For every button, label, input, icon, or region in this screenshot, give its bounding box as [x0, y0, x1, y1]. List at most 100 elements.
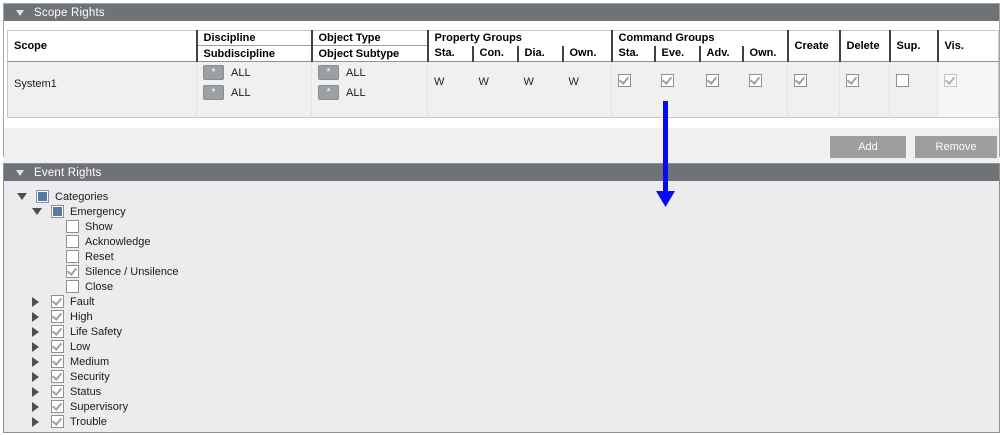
reset-checkbox[interactable]: [66, 250, 79, 263]
tree-item-reset[interactable]: Reset: [4, 249, 999, 264]
event-rights-section: Event Rights Categories Emergency Show A…: [3, 163, 1000, 433]
col-header-property-dia[interactable]: Dia.: [518, 46, 563, 62]
expander-right-icon[interactable]: [32, 417, 39, 427]
acknowledge-checkbox[interactable]: [66, 235, 79, 248]
show-checkbox[interactable]: [66, 220, 79, 233]
col-header-command-sta[interactable]: Sta.: [612, 46, 655, 62]
col-header-command-own[interactable]: Own.: [743, 46, 788, 62]
expander-right-icon[interactable]: [32, 387, 39, 397]
col-header-sup[interactable]: Sup.: [890, 31, 938, 62]
col-header-subdiscipline[interactable]: Subdiscipline: [197, 46, 312, 62]
object-subtype-selector[interactable]: * ALL: [318, 85, 427, 100]
scope-rights-content: Scope Discipline Object Type Property Gr…: [4, 30, 999, 165]
object-type-selector[interactable]: * ALL: [318, 65, 427, 80]
object-subtype-asterisk-button[interactable]: *: [318, 85, 339, 100]
col-header-property-con[interactable]: Con.: [473, 46, 518, 62]
scope-table-row[interactable]: System1 * ALL * ALL: [8, 62, 999, 118]
col-header-property-own[interactable]: Own.: [563, 46, 612, 62]
status-checkbox[interactable]: [51, 385, 64, 398]
sup-cell: [890, 62, 938, 118]
tree-item-silence-unsilence[interactable]: Silence / Unsilence: [4, 264, 999, 279]
col-header-discipline[interactable]: Discipline: [197, 31, 312, 46]
subdiscipline-asterisk-button[interactable]: *: [203, 85, 224, 100]
discipline-asterisk-button[interactable]: *: [203, 65, 224, 80]
tree-item-life-safety[interactable]: Life Safety: [4, 324, 999, 339]
create-checkbox[interactable]: [794, 74, 807, 87]
life-safety-checkbox[interactable]: [51, 325, 64, 338]
annotation-arrow-down-icon: [652, 96, 679, 211]
tree-item-low[interactable]: Low: [4, 339, 999, 354]
collapse-triangle-icon[interactable]: [16, 170, 24, 176]
vis-cell: [938, 62, 999, 118]
tree-item-high[interactable]: High: [4, 309, 999, 324]
object-type-cell: * ALL * ALL: [312, 62, 428, 118]
tree-item-categories[interactable]: Categories: [4, 189, 999, 204]
tree-item-medium[interactable]: Medium: [4, 354, 999, 369]
command-sta-cell: [612, 62, 655, 118]
expander-right-icon[interactable]: [32, 312, 39, 322]
col-header-vis[interactable]: Vis.: [938, 31, 999, 62]
fault-checkbox[interactable]: [51, 295, 64, 308]
col-header-object-type[interactable]: Object Type: [312, 31, 428, 46]
scope-rights-header[interactable]: Scope Rights: [4, 4, 999, 21]
expander-down-icon[interactable]: [17, 193, 27, 200]
expander-right-icon[interactable]: [32, 357, 39, 367]
expander-down-icon[interactable]: [32, 208, 42, 215]
add-button[interactable]: Add: [830, 136, 906, 158]
tree-item-fault[interactable]: Fault: [4, 294, 999, 309]
categories-checkbox[interactable]: [36, 190, 49, 203]
discipline-selector[interactable]: * ALL: [203, 65, 311, 80]
tree-item-close[interactable]: Close: [4, 279, 999, 294]
scope-rights-title: Scope Rights: [34, 7, 105, 19]
tree-item-show[interactable]: Show: [4, 219, 999, 234]
scope-cell[interactable]: System1: [8, 62, 197, 118]
property-dia-value: W: [518, 62, 563, 118]
col-header-property-groups[interactable]: Property Groups: [428, 31, 612, 46]
command-own-checkbox[interactable]: [749, 74, 762, 87]
expander-right-icon[interactable]: [32, 402, 39, 412]
delete-checkbox[interactable]: [846, 74, 859, 87]
command-adv-checkbox[interactable]: [706, 74, 719, 87]
security-checkbox[interactable]: [51, 370, 64, 383]
discipline-cell: * ALL * ALL: [197, 62, 312, 118]
tree-item-trouble[interactable]: Trouble: [4, 414, 999, 429]
col-header-object-subtype[interactable]: Object Subtype: [312, 46, 428, 62]
tree-item-acknowledge[interactable]: Acknowledge: [4, 234, 999, 249]
command-eve-checkbox[interactable]: [661, 74, 674, 87]
tree-item-emergency[interactable]: Emergency: [4, 204, 999, 219]
object-type-asterisk-button[interactable]: *: [318, 65, 339, 80]
low-checkbox[interactable]: [51, 340, 64, 353]
emergency-checkbox[interactable]: [51, 205, 64, 218]
subdiscipline-selector[interactable]: * ALL: [203, 85, 311, 100]
high-checkbox[interactable]: [51, 310, 64, 323]
col-header-delete[interactable]: Delete: [840, 31, 890, 62]
command-own-cell: [743, 62, 788, 118]
close-checkbox[interactable]: [66, 280, 79, 293]
command-adv-cell: [700, 62, 743, 118]
expander-right-icon[interactable]: [32, 327, 39, 337]
vis-checkbox[interactable]: [944, 74, 957, 87]
remove-button[interactable]: Remove: [915, 136, 997, 158]
col-header-command-adv[interactable]: Adv.: [700, 46, 743, 62]
expander-right-icon[interactable]: [32, 297, 39, 307]
tree-item-security[interactable]: Security: [4, 369, 999, 384]
col-header-command-groups[interactable]: Command Groups: [612, 31, 788, 46]
supervisory-checkbox[interactable]: [51, 400, 64, 413]
col-header-scope[interactable]: Scope: [8, 31, 197, 62]
silence-unsilence-checkbox[interactable]: [66, 265, 79, 278]
col-header-create[interactable]: Create: [788, 31, 840, 62]
event-rights-header[interactable]: Event Rights: [4, 164, 999, 181]
event-rights-title: Event Rights: [34, 167, 102, 179]
tree-item-supervisory[interactable]: Supervisory: [4, 399, 999, 414]
medium-checkbox[interactable]: [51, 355, 64, 368]
tree-item-status[interactable]: Status: [4, 384, 999, 399]
command-sta-checkbox[interactable]: [618, 74, 631, 87]
col-header-command-eve[interactable]: Eve.: [655, 46, 700, 62]
trouble-checkbox[interactable]: [51, 415, 64, 428]
expander-right-icon[interactable]: [32, 372, 39, 382]
expander-right-icon[interactable]: [32, 342, 39, 352]
col-header-property-sta[interactable]: Sta.: [428, 46, 473, 62]
sup-checkbox[interactable]: [896, 74, 909, 87]
collapse-triangle-icon[interactable]: [16, 10, 24, 16]
object-subtype-value: ALL: [346, 87, 366, 99]
